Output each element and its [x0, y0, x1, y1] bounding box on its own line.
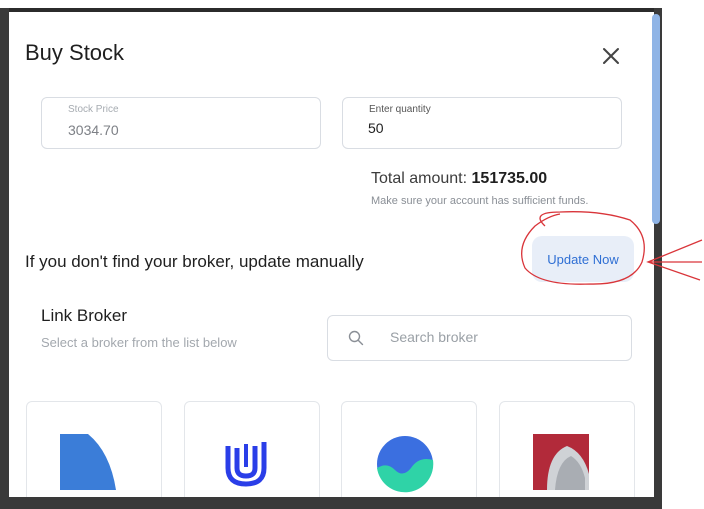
- link-broker-subtitle: Select a broker from the list below: [41, 335, 237, 350]
- broker-card[interactable]: [341, 401, 477, 497]
- broker-card[interactable]: [499, 401, 635, 497]
- link-broker-title: Link Broker: [41, 306, 127, 325]
- total-amount-label: Total amount:: [371, 170, 468, 187]
- backdrop-edge: [0, 8, 9, 509]
- broker-card[interactable]: [184, 401, 320, 497]
- quantity-field[interactable]: Enter quantity: [342, 97, 622, 149]
- manual-update-text: If you don't find your broker, update ma…: [25, 252, 364, 271]
- update-now-button[interactable]: Update Now: [532, 236, 634, 282]
- u-stripes-logo: [225, 442, 267, 487]
- search-broker-input[interactable]: [390, 329, 610, 345]
- buy-stock-dialog: Buy Stock Stock Price 3034.70 Enter quan…: [9, 12, 654, 497]
- quantity-input[interactable]: [368, 120, 608, 136]
- total-amount-value: 151735.00: [471, 170, 548, 187]
- green-wave-circle-logo: [377, 436, 434, 493]
- stock-price-label: Stock Price: [68, 104, 119, 115]
- backdrop-edge: [0, 497, 662, 509]
- stock-price-field: Stock Price 3034.70: [41, 97, 321, 149]
- search-icon: [348, 330, 364, 346]
- broker-card[interactable]: [26, 401, 162, 497]
- scrollbar[interactable]: [652, 14, 660, 224]
- total-amount: Total amount: 151735.00: [371, 170, 547, 188]
- dialog-title: Buy Stock: [25, 40, 125, 65]
- red-metal-logo: [533, 434, 589, 490]
- blue-quarter-logo: [60, 434, 116, 490]
- close-icon: [603, 48, 619, 64]
- close-button[interactable]: [597, 42, 625, 70]
- stock-price-value: 3034.70: [68, 122, 119, 138]
- search-broker-box[interactable]: [327, 315, 632, 361]
- quantity-label: Enter quantity: [369, 104, 431, 115]
- funds-note: Make sure your account has sufficient fu…: [371, 195, 589, 207]
